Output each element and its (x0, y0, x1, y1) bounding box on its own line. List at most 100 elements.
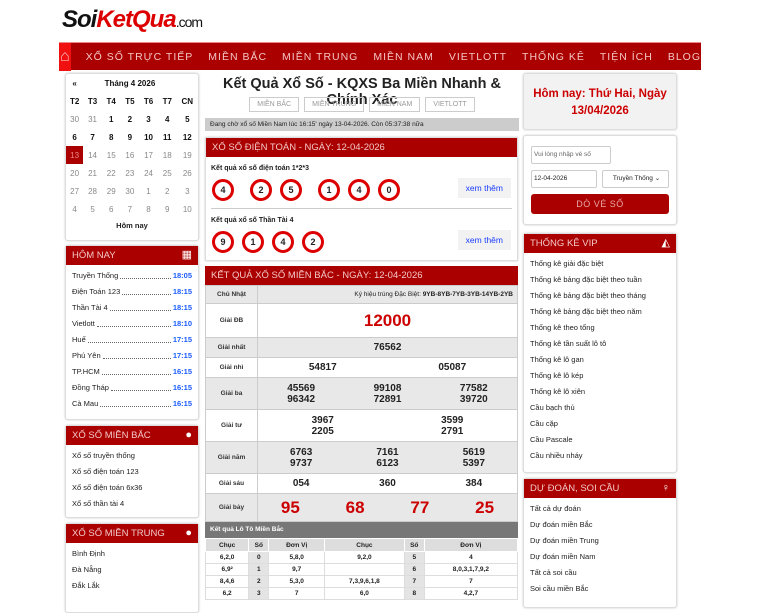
list-link[interactable]: Soi cầu miền Bắc (530, 581, 670, 597)
list-link[interactable]: Dự đoán miền Nam (530, 549, 670, 565)
nav-item[interactable]: XỔ SỐ TRỰC TIẾP (86, 51, 194, 63)
region-tab[interactable]: MIỀN TRUNG (304, 97, 365, 112)
nav-item[interactable]: VIETLOTT (449, 51, 507, 63)
calendar-day[interactable]: 25 (158, 164, 177, 182)
list-link[interactable]: Xổ số truyền thống (72, 448, 192, 464)
calendar-day[interactable]: 14 (83, 146, 102, 164)
list-link[interactable]: Dự đoán miền Bắc (530, 517, 670, 533)
list-link[interactable]: Thống kê bảng đặc biệt theo tháng (530, 288, 670, 304)
calendar-day[interactable]: 9 (158, 200, 177, 218)
see-more-link[interactable]: xem thêm (457, 178, 511, 198)
schedule-item[interactable]: Cà Mau 16:15 (72, 396, 192, 412)
schedule-item[interactable]: Điện Toán 123 18:15 (72, 284, 192, 300)
calendar-day[interactable]: 16 (121, 146, 140, 164)
calendar-day[interactable]: 26 (177, 164, 198, 182)
calendar-day[interactable]: 15 (102, 146, 121, 164)
region-tab[interactable]: MIỀN NAM (369, 97, 421, 112)
calendar-day[interactable]: 11 (158, 128, 177, 146)
schedule-item[interactable]: Vietlott 18:10 (72, 316, 192, 332)
schedule-item[interactable]: Đồng Tháp 16:15 (72, 380, 192, 396)
calendar-day[interactable]: 8 (139, 200, 158, 218)
ticket-number-input[interactable]: Vui lòng nhập vé số (531, 146, 611, 164)
list-link[interactable]: Thống kê lô kép (530, 368, 670, 384)
list-link[interactable]: Thống kê tần suất lô tô (530, 336, 670, 352)
calendar-day[interactable]: 30 (121, 182, 140, 200)
calendar-day[interactable]: 10 (177, 200, 198, 218)
calendar-day[interactable]: 6 (66, 128, 83, 146)
calendar-prev-button[interactable]: « (66, 74, 83, 92)
calendar-day[interactable]: 4 (158, 110, 177, 128)
calendar-day[interactable]: 7 (121, 200, 140, 218)
list-link[interactable]: Đà Nẵng (72, 562, 192, 578)
calendar-today-button[interactable]: Hôm nay (66, 221, 198, 230)
list-link[interactable]: Thống kê giải đặc biệt (530, 256, 670, 272)
list-link[interactable]: Thống kê lô xiên (530, 384, 670, 400)
schedule-item[interactable]: TP.HCM 16:15 (72, 364, 192, 380)
schedule-item[interactable]: Huế 17:15 (72, 332, 192, 348)
nav-item[interactable]: MIỀN TRUNG (282, 51, 358, 63)
calendar-day[interactable]: 22 (102, 164, 121, 182)
home-icon[interactable]: ⌂ (59, 42, 71, 71)
calendar-day[interactable]: 6 (102, 200, 121, 218)
list-link[interactable]: Xổ số điện toán 6x36 (72, 480, 192, 496)
list-link[interactable]: Cầu cặp (530, 416, 670, 432)
calendar-day[interactable]: 2 (121, 110, 140, 128)
calendar-day[interactable]: 29 (102, 182, 121, 200)
calendar-day[interactable]: 10 (139, 128, 158, 146)
calendar-day[interactable]: 3 (177, 182, 198, 200)
calendar-day[interactable]: 2 (158, 182, 177, 200)
region-tab[interactable]: MIỀN BẮC (249, 97, 300, 112)
list-link[interactable]: Cầu Pascale (530, 432, 670, 448)
calendar-day[interactable]: 9 (121, 128, 140, 146)
see-more-link[interactable]: xem thêm (457, 230, 511, 250)
list-link[interactable]: Đắk Lắk (72, 578, 192, 594)
calendar-day[interactable]: 4 (66, 200, 83, 218)
calendar-day[interactable]: 5 (83, 200, 102, 218)
list-link[interactable]: Thống kê bảng đặc biệt theo tuần (530, 272, 670, 288)
nav-item[interactable]: TIỆN ÍCH (600, 51, 653, 63)
list-link[interactable]: Cầu bạch thủ (530, 400, 670, 416)
date-input[interactable]: 12-04-2026 (531, 170, 597, 188)
list-link[interactable]: Thống kê theo tổng (530, 320, 670, 336)
calendar-day[interactable]: 28 (83, 182, 102, 200)
calendar-day[interactable]: 23 (121, 164, 140, 182)
list-link[interactable]: Thống kê lô gan (530, 352, 670, 368)
calendar-day[interactable]: 31 (83, 110, 102, 128)
calendar-day[interactable]: 1 (102, 110, 121, 128)
list-link[interactable]: Dự đoán miền Trung (530, 533, 670, 549)
nav-item[interactable]: MIỀN BẮC (208, 51, 267, 63)
region-tab[interactable]: VIETLOTT (425, 97, 475, 112)
list-link[interactable]: Tất cả dự đoán (530, 501, 670, 517)
list-link[interactable]: Xổ số điện toán 123 (72, 464, 192, 480)
nav-item[interactable]: MIỀN NAM (373, 51, 434, 63)
list-link[interactable]: Bình Định (72, 546, 192, 562)
nav-item[interactable]: BLOG (668, 51, 701, 63)
schedule-item[interactable]: Phú Yên 17:15 (72, 348, 192, 364)
calendar-day[interactable]: 17 (139, 146, 158, 164)
list-link[interactable]: Thống kê bảng đặc biệt theo năm (530, 304, 670, 320)
calendar-day[interactable]: 7 (83, 128, 102, 146)
result-ball: 4 (272, 231, 294, 253)
calendar-day[interactable]: 12 (177, 128, 198, 146)
schedule-item[interactable]: Thần Tài 4 18:15 (72, 300, 192, 316)
list-link[interactable]: Xổ số thần tài 4 (72, 496, 192, 512)
lottery-type-select[interactable]: Truyền Thống ⌄ (602, 170, 669, 188)
calendar-day[interactable]: 27 (66, 182, 83, 200)
check-ticket-button[interactable]: DÒ VÉ SỐ (531, 194, 669, 214)
calendar-day[interactable]: 3 (139, 110, 158, 128)
calendar-day[interactable]: 18 (158, 146, 177, 164)
calendar-day[interactable]: 21 (83, 164, 102, 182)
calendar-day[interactable]: 13 (66, 146, 84, 164)
calendar-day[interactable]: 8 (102, 128, 121, 146)
nav-item[interactable]: THỐNG KÊ (522, 51, 585, 63)
list-link[interactable]: Tất cả soi cầu (530, 565, 670, 581)
calendar-day[interactable]: 1 (139, 182, 158, 200)
calendar-day[interactable]: 30 (66, 110, 83, 128)
calendar-day[interactable]: 20 (66, 164, 83, 182)
calendar-day[interactable]: 19 (177, 146, 198, 164)
list-link[interactable]: Cầu nhiều nháy (530, 448, 670, 464)
calendar-day[interactable]: 5 (177, 110, 198, 128)
site-logo[interactable]: SoiKetQua.com (62, 6, 203, 34)
calendar-day[interactable]: 24 (139, 164, 158, 182)
schedule-item[interactable]: Truyền Thống 18:05 (72, 268, 192, 284)
